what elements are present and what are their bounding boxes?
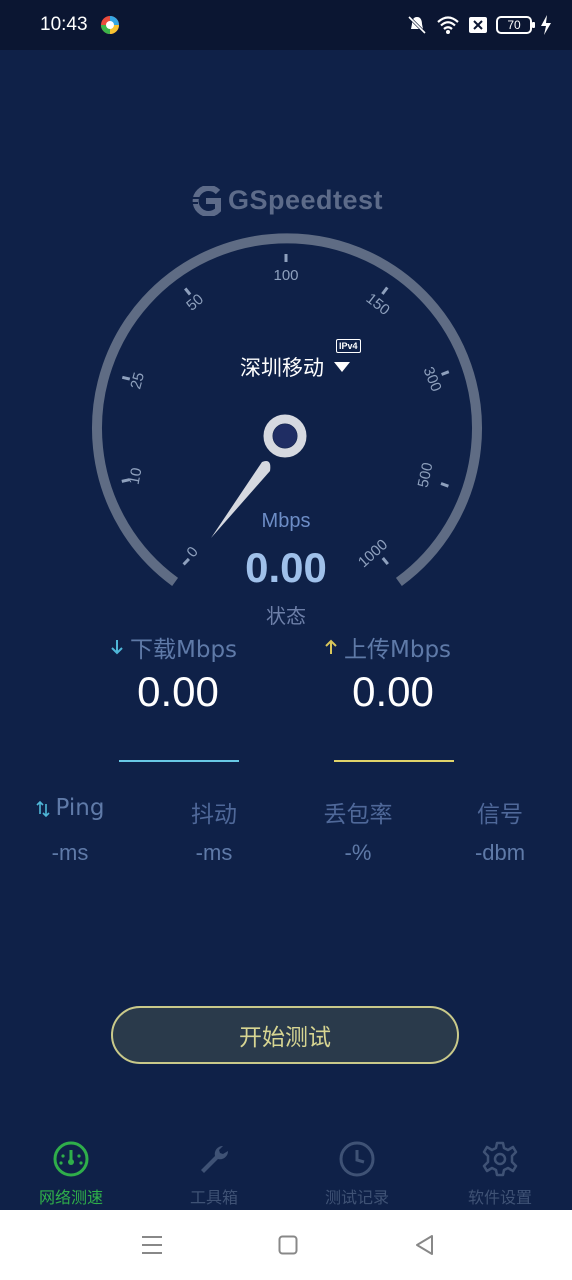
dropdown-caret-icon [334, 362, 350, 372]
clock-icon [339, 1141, 375, 1177]
wrench-icon [201, 1145, 229, 1173]
signal-value: -dbm [474, 840, 526, 865]
back-icon[interactable] [414, 1234, 434, 1256]
gauge-tick-label: 10 [126, 466, 146, 486]
home-icon[interactable] [278, 1235, 298, 1255]
arrow-down-icon [111, 640, 123, 655]
ping-value: -ms [51, 840, 89, 865]
nav-item-history[interactable]: 测试记录 [292, 1140, 422, 1208]
gauge-tick-label: 25 [127, 371, 148, 392]
start-test-button[interactable]: 开始测试 [111, 1006, 459, 1064]
bottom-nav: 网络测速 工具箱 测试记录 软件设置 [0, 1130, 572, 1210]
menu-icon[interactable] [141, 1235, 163, 1255]
packet-loss-value: -% [344, 840, 372, 865]
server-selector[interactable]: 深圳移动 [240, 352, 350, 382]
jitter-value: -ms [195, 840, 233, 865]
current-speed: 0.00 [245, 544, 327, 591]
gauge-tick-label: 300 [420, 365, 445, 395]
gauge-tick-label: 500 [415, 461, 437, 489]
download-label: 下载Mbps [110, 630, 237, 664]
nav-item-speed-test[interactable]: 网络测速 [6, 1140, 136, 1208]
speedometer-icon [53, 1141, 89, 1177]
swap-arrows-icon [35, 800, 50, 817]
status-label: 状态 [266, 604, 306, 628]
ping-label: Ping [0, 795, 140, 821]
arrow-up-icon [325, 639, 337, 654]
jitter-label: 抖动 [191, 802, 237, 828]
signal-label: 信号 [477, 802, 523, 828]
gear-icon [482, 1141, 518, 1177]
upload-value: 0.00 [352, 668, 434, 715]
download-value: 0.00 [137, 668, 219, 715]
packet-loss-label: 丢包率 [323, 802, 393, 828]
system-nav-bar [0, 1210, 572, 1280]
nav-item-toolbox[interactable]: 工具箱 [149, 1140, 279, 1208]
speed-unit: Mbps [261, 510, 311, 532]
download-indicator [119, 760, 239, 762]
gauge-tick-label: 100 [273, 267, 298, 284]
server-name: 深圳移动 [240, 356, 324, 380]
ipv4-badge: IPv4 [336, 339, 361, 353]
upload-label: 上传Mbps [324, 630, 451, 664]
nav-item-settings[interactable]: 软件设置 [435, 1140, 565, 1208]
gauge-tick-label: 50 [183, 291, 207, 315]
upload-indicator [334, 760, 454, 762]
gauge-tick-label: 150 [363, 290, 393, 319]
